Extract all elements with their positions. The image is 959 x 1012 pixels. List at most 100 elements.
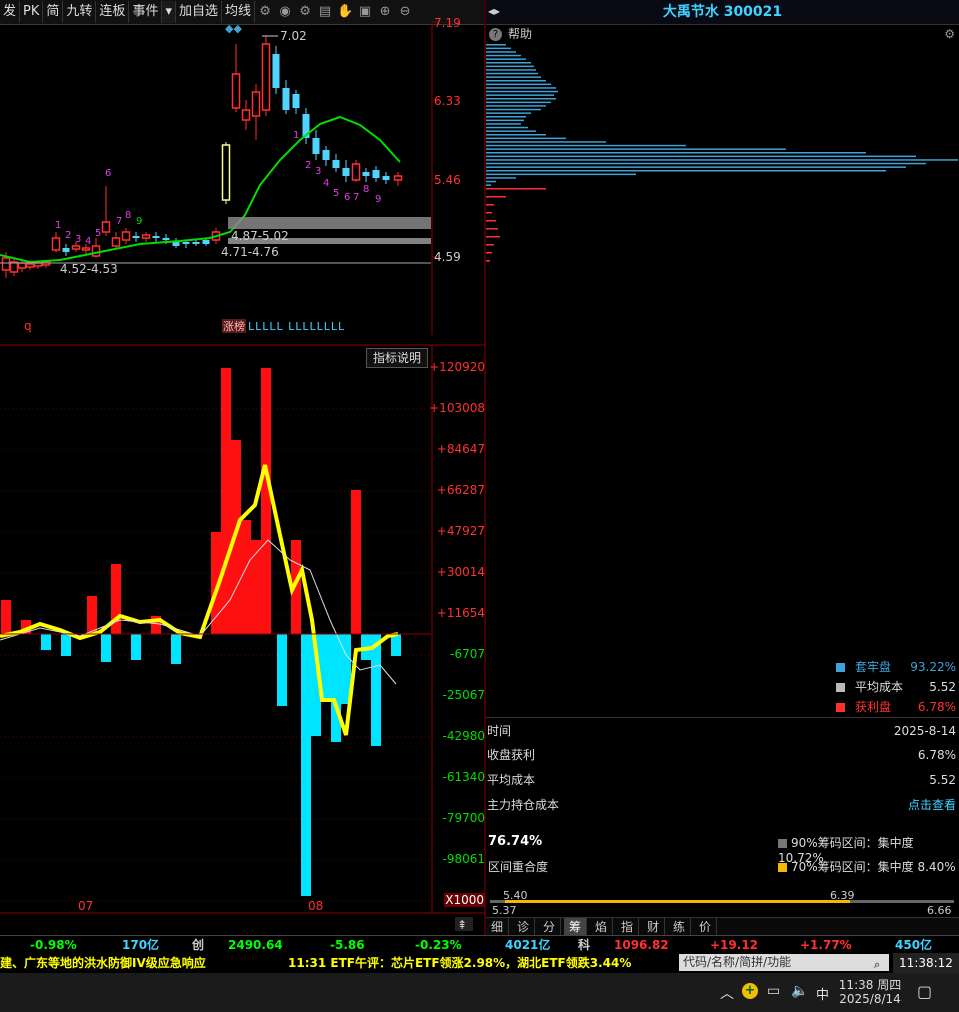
price-axis-label: 5.46: [434, 173, 461, 187]
chip-bar: [486, 196, 506, 198]
chip-bar: [486, 62, 531, 64]
tab-8[interactable]: 价: [694, 918, 717, 936]
sequence-number: 8: [125, 210, 131, 221]
chip-bar: [486, 112, 531, 114]
taskbar-time[interactable]: 11:38 周四: [838, 976, 902, 993]
sequence-number: 1: [293, 130, 299, 141]
chip-bar: [486, 65, 534, 68]
indicator-bar: [371, 634, 381, 746]
tab-4[interactable]: 焰: [590, 918, 613, 936]
chip-bar: [486, 98, 556, 100]
sequence-number: 3: [315, 166, 321, 177]
price-axis-label: 6.33: [434, 94, 461, 108]
search-icon[interactable]: ⌕: [874, 955, 880, 975]
tab-7[interactable]: 练: [668, 918, 691, 936]
indicator-axis-label: +84647: [436, 442, 485, 456]
tab-3[interactable]: 筹: [564, 918, 587, 936]
chip-bar: [486, 130, 536, 132]
sequence-number: 5: [333, 188, 339, 199]
candle: [91, 238, 101, 258]
ime-indicator[interactable]: 中: [816, 984, 829, 1003]
candle: [241, 100, 251, 130]
tab-5[interactable]: 指: [616, 918, 639, 936]
indicator-axis-label: -79700: [442, 811, 485, 825]
settings-icon[interactable]: ⚙: [944, 24, 955, 44]
news-text-2[interactable]: 11:31 ETF午评：芯片ETF领涨2.98%，湖北ETF领跌3.44%: [288, 953, 631, 973]
chip-bar: [486, 51, 516, 53]
ticker-item: -0.98%: [30, 938, 77, 952]
info-time: 时间 2025-8-14: [487, 724, 956, 738]
chip-bar: [486, 244, 494, 246]
candle: [292, 90, 300, 114]
candle: [192, 240, 200, 246]
collapse-arrow-icon[interactable]: ⇞: [457, 918, 467, 932]
clock: 11:38:12: [893, 953, 959, 973]
notification-icon[interactable]: ▢: [917, 982, 932, 1001]
chevron-up-icon[interactable]: ︿: [720, 983, 734, 1003]
indicator-bar: [131, 634, 141, 660]
candle: [121, 228, 131, 244]
legend-avg-cost: 平均成本 5.52: [836, 677, 958, 697]
indicator-bar: [351, 490, 361, 634]
chip-bar: [486, 204, 494, 206]
chip-bar: [486, 105, 546, 107]
chip-bar: [486, 126, 528, 129]
network-icon[interactable]: ▭: [767, 983, 780, 999]
q-marker: q: [24, 319, 32, 333]
candle: [342, 160, 350, 182]
right-tabs: 细诊分筹焰指财练价: [486, 917, 959, 936]
chip-bar: [486, 148, 786, 150]
sequence-number: 9: [375, 194, 381, 205]
chip-bar: [486, 252, 492, 254]
chip-bar: [486, 72, 538, 75]
sequence-number: 6: [105, 168, 111, 179]
overlap-percent: 76.74%: [488, 834, 543, 849]
candle: [9, 258, 19, 276]
chip-bar: [486, 141, 606, 143]
info-avg-cost: 平均成本 5.52: [487, 773, 956, 787]
volume-icon[interactable]: 🔈: [791, 983, 808, 999]
indicator-axis-label: +11654: [436, 606, 485, 620]
tab-1[interactable]: 诊: [512, 918, 535, 936]
chip-bar: [486, 173, 636, 176]
app-tray-icon[interactable]: +: [742, 983, 758, 999]
ticker-item: 170亿: [122, 938, 160, 952]
tab-6[interactable]: 财: [642, 918, 665, 936]
candle: [332, 154, 340, 172]
tab-2[interactable]: 分: [538, 918, 561, 936]
chip-bar: [486, 180, 496, 183]
sequence-number: 1: [55, 220, 61, 231]
click-view-link[interactable]: 点击查看: [908, 793, 956, 817]
legend-trapped: 套牢盘 93.22%: [836, 657, 958, 677]
chip-bar: [486, 134, 546, 136]
candle: [231, 44, 241, 112]
collapse-left-icon[interactable]: ◂▸: [488, 4, 500, 18]
candle: [141, 232, 151, 242]
indicator-explain-button[interactable]: 指标说明: [366, 348, 428, 368]
help-label[interactable]: 帮助: [508, 27, 532, 41]
range-right-top: 6.39: [830, 889, 855, 902]
limit-up-marker: 涨榜: [223, 319, 245, 333]
indicator-bar: [221, 368, 231, 634]
candle: [272, 46, 280, 94]
taskbar-date[interactable]: 2025/8/14: [838, 992, 902, 1006]
indicator-axis-label: X1000: [444, 893, 485, 907]
candle: [132, 232, 140, 242]
candle: [393, 172, 403, 186]
tab-0[interactable]: 细: [486, 918, 509, 936]
help-icon[interactable]: ?: [489, 28, 502, 41]
chip-bar: [486, 90, 558, 93]
news-text-1[interactable]: 建、广东等地的洪水防御IV级应急响应: [0, 953, 206, 973]
index-ticker: -0.98% 170亿 创 2490.64 -5.86 -0.23% 4021亿 科 1096.…: [0, 935, 959, 954]
help-row: ? 帮助 ⚙: [486, 24, 959, 44]
chip-bar: [486, 94, 554, 96]
range70-bar: [505, 900, 850, 903]
chip-bar: [486, 220, 496, 222]
candle: [62, 244, 70, 256]
ticker-item: -5.86: [330, 938, 365, 952]
search-input[interactable]: 代码/名称/简拼/功能: [679, 954, 889, 971]
price-axis-label: 7.19: [434, 16, 461, 30]
indicator-bar: [41, 634, 51, 650]
stock-title: 大禹节水 300021: [486, 0, 959, 25]
indicator-bar: [391, 634, 401, 656]
